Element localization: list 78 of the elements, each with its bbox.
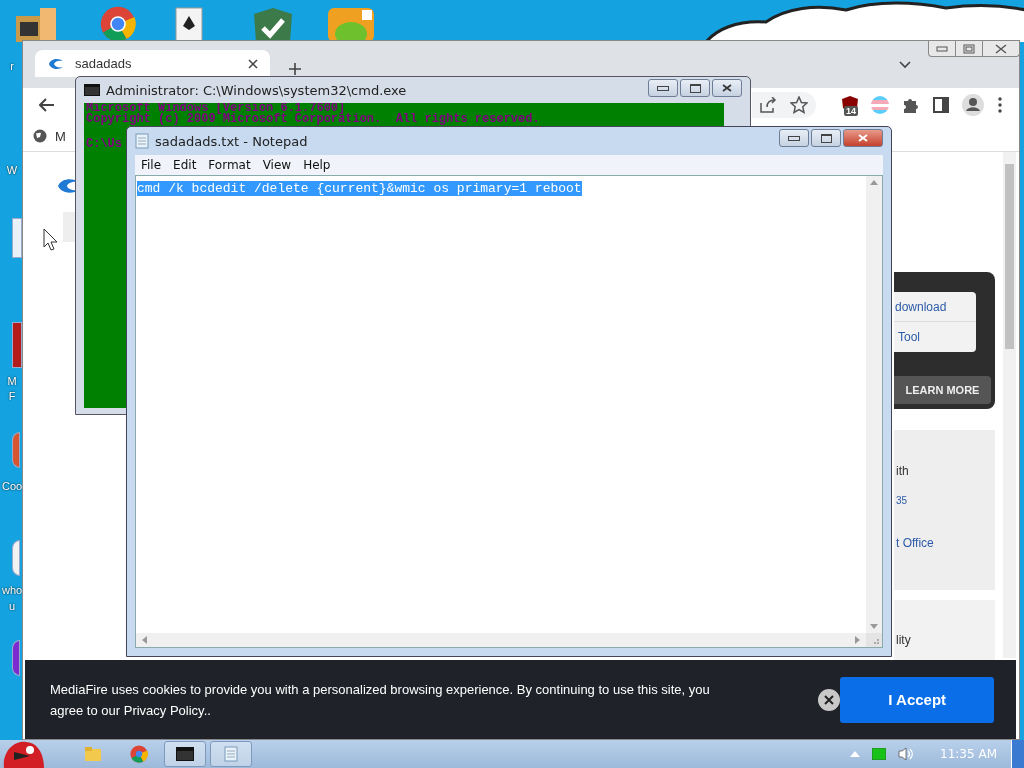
menu-item[interactable]: Edit: [167, 158, 203, 172]
address-bar[interactable]: [752, 91, 816, 118]
link[interactable]: download: [894, 292, 976, 322]
extension-badge: 14: [844, 105, 858, 116]
maximize-button[interactable]: [680, 79, 710, 97]
minimize-icon[interactable]: [936, 45, 948, 52]
shield-extension-icon[interactable]: 14: [842, 95, 858, 114]
link[interactable]: Tool: [894, 322, 976, 351]
desktop-icon[interactable]: [12, 218, 22, 258]
console-icon: [84, 84, 100, 96]
chrome-icon[interactable]: [130, 745, 148, 763]
close-icon[interactable]: [995, 43, 1007, 54]
window-title: sadadads.txt - Notepad: [155, 133, 308, 149]
close-icon: [722, 84, 732, 92]
minimize-button[interactable]: [648, 79, 678, 97]
icon-label: who: [2, 584, 22, 596]
site-icon: [47, 57, 65, 70]
side-panel-icon[interactable]: [933, 96, 949, 113]
console-line: Copyright (c) 2009 Microsoft Corporation. All rights reserved.: [86, 114, 540, 125]
down-arrow-icon[interactable]: [870, 624, 878, 629]
browser-tab[interactable]: sadadads: [35, 50, 270, 77]
icon-label: Coo: [2, 480, 22, 492]
close-button[interactable]: [818, 688, 841, 711]
desktop-icon[interactable]: [12, 640, 20, 676]
maximize-button[interactable]: [811, 129, 841, 147]
playing-card-icon[interactable]: [172, 6, 206, 42]
accept-button[interactable]: I Accept: [840, 676, 994, 723]
notepad-icon: [135, 133, 149, 149]
icon-label: r: [9, 60, 15, 72]
new-tab-icon[interactable]: [288, 62, 302, 76]
icon-label: u: [7, 600, 17, 612]
desktop-icon[interactable]: [12, 540, 20, 576]
restore-icon[interactable]: [963, 43, 975, 54]
icon-label: W: [5, 164, 19, 176]
show-desktop-button[interactable]: [1011, 740, 1024, 768]
network-icon[interactable]: [872, 748, 887, 760]
menu-item[interactable]: File: [135, 158, 168, 172]
minimize-button[interactable]: [779, 129, 809, 147]
share-icon[interactable]: [759, 96, 777, 113]
window-controls[interactable]: [928, 41, 1020, 57]
globe-icon: [33, 129, 47, 143]
close-button[interactable]: [712, 79, 742, 97]
text-fragment: 35: [896, 495, 908, 506]
shield-icon[interactable]: [252, 6, 294, 42]
cookie-notice: MediaFire uses cookies to provide you with a personalized browsing experience. By continuing to use this site, you agree to our Privacy Policy..: [50, 680, 711, 720]
right-arrow-icon[interactable]: [855, 636, 860, 644]
console-line: C:\Us: [86, 139, 122, 150]
back-arrow-icon[interactable]: [39, 97, 55, 112]
close-button[interactable]: [843, 129, 883, 147]
close-icon: [824, 694, 835, 705]
icon-label: F: [7, 390, 17, 402]
menu-item[interactable]: Help: [297, 158, 337, 172]
learn-more-button[interactable]: LEARN MORE: [894, 376, 991, 404]
scrollbar[interactable]: [866, 176, 882, 633]
document-text: cmd /k bcdedit /delete {current}&wmic os primary=1 reboot: [137, 181, 582, 196]
text-fragment: t Office: [896, 536, 934, 550]
speaker-icon[interactable]: [898, 747, 915, 761]
size-grip[interactable]: [866, 633, 882, 647]
up-arrow-icon[interactable]: [870, 180, 878, 185]
window-title: Administrator: C:\Windows\system32\cmd.exe: [106, 82, 407, 98]
chevron-down-icon[interactable]: [899, 61, 911, 69]
star-icon[interactable]: [790, 95, 808, 114]
text-fragment: ith: [896, 464, 909, 478]
menu-icon[interactable]: [997, 96, 1003, 113]
profile-icon[interactable]: [962, 93, 984, 116]
menu-item[interactable]: Format: [202, 158, 257, 172]
close-icon[interactable]: [248, 58, 258, 69]
menu-item[interactable]: View: [256, 158, 298, 172]
mouse-pointer-icon: [43, 228, 59, 252]
left-arrow-icon[interactable]: [142, 636, 147, 644]
text-fragment: lity: [896, 633, 911, 647]
game-icon[interactable]: [328, 6, 374, 42]
scrollbar[interactable]: [1003, 152, 1016, 658]
scrollbar[interactable]: [136, 633, 866, 647]
bookmark[interactable]: M: [33, 128, 66, 144]
close-icon: [858, 134, 868, 142]
desktop-icon[interactable]: [12, 322, 22, 368]
icon-label: M: [6, 375, 18, 387]
